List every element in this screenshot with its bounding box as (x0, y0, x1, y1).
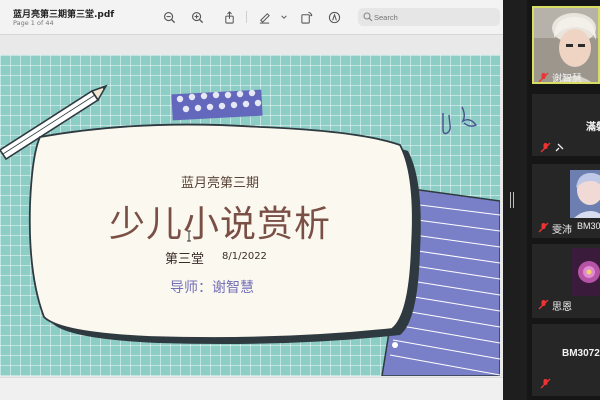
chevron-down-icon (281, 15, 287, 19)
mic-icon (538, 299, 549, 310)
participant-tile[interactable]: BM3072 (532, 324, 600, 396)
participant-name: 雯沛 (552, 225, 572, 236)
participant-tile[interactable]: 谢智慧 (532, 6, 600, 84)
participant-name: 谢智慧 (552, 74, 582, 84)
participants-panel: 谢智慧 滿磐 雯沛 BM30 (527, 0, 600, 400)
avatar (570, 170, 600, 218)
mic-muted-icon (540, 378, 551, 389)
slide-page: 蓝月亮第三期 少儿小说赏析 第三堂 8/1/2022 导师：谢智慧 (0, 55, 500, 376)
zoom-out-icon (163, 11, 175, 23)
share-icon (224, 10, 234, 24)
mic-icon (538, 222, 549, 233)
zoom-in-icon (191, 11, 203, 23)
toolbar-separator (246, 11, 247, 23)
grip-line (513, 192, 514, 208)
slide-subtitle: 蓝月亮第三期 (180, 176, 259, 191)
pin-icon (555, 143, 564, 152)
highlight-button[interactable] (257, 10, 271, 24)
mic-muted-icon (538, 72, 549, 82)
slide-lesson: 第三堂 (165, 252, 205, 267)
polka-dot-tape (171, 89, 263, 121)
search-input[interactable] (374, 10, 494, 24)
participant-name: BM3072 (562, 348, 600, 359)
mic-muted-icon (540, 142, 551, 153)
zoom-out-button[interactable] (162, 10, 176, 24)
slide-date: 8/1/2022 (222, 251, 267, 262)
markup-icon (328, 11, 340, 23)
panel-resize-handle[interactable] (503, 0, 527, 400)
markup-button[interactable] (327, 10, 341, 24)
paper-clip-illustration (442, 106, 478, 135)
rotate-icon (300, 11, 312, 24)
participant-tile[interactable]: 思恩 (532, 244, 600, 318)
grip-line (510, 192, 511, 208)
participant-name: 思恩 (552, 302, 572, 313)
participant-tile[interactable]: 滿磐 (532, 94, 600, 156)
pdf-viewer-window: 蓝月亮第三期第三堂.pdf Page 1 of 44 Search 蓝月亮第三期… (0, 0, 503, 400)
slide-teacher: 导师：谢智慧 (170, 280, 254, 296)
participant-tile[interactable]: 雯沛 BM30 (532, 164, 600, 238)
rotate-button[interactable] (299, 10, 313, 24)
highlight-options-button[interactable] (279, 10, 289, 24)
share-button[interactable] (222, 10, 236, 24)
search-field[interactable] (358, 8, 500, 26)
page-indicator: Page 1 of 44 (13, 19, 54, 27)
zoom-in-button[interactable] (190, 10, 204, 24)
highlight-pen-icon (259, 12, 270, 24)
participant-name-suffix: BM30 (577, 221, 600, 231)
slide-title: 少儿小说赏析 (108, 204, 331, 245)
avatar (572, 248, 600, 296)
participant-name: 滿磐 (586, 122, 600, 133)
search-icon (363, 12, 373, 22)
viewer-toolbar: 蓝月亮第三期第三堂.pdf Page 1 of 44 (0, 0, 503, 35)
viewer-bottom-bar (0, 377, 503, 400)
